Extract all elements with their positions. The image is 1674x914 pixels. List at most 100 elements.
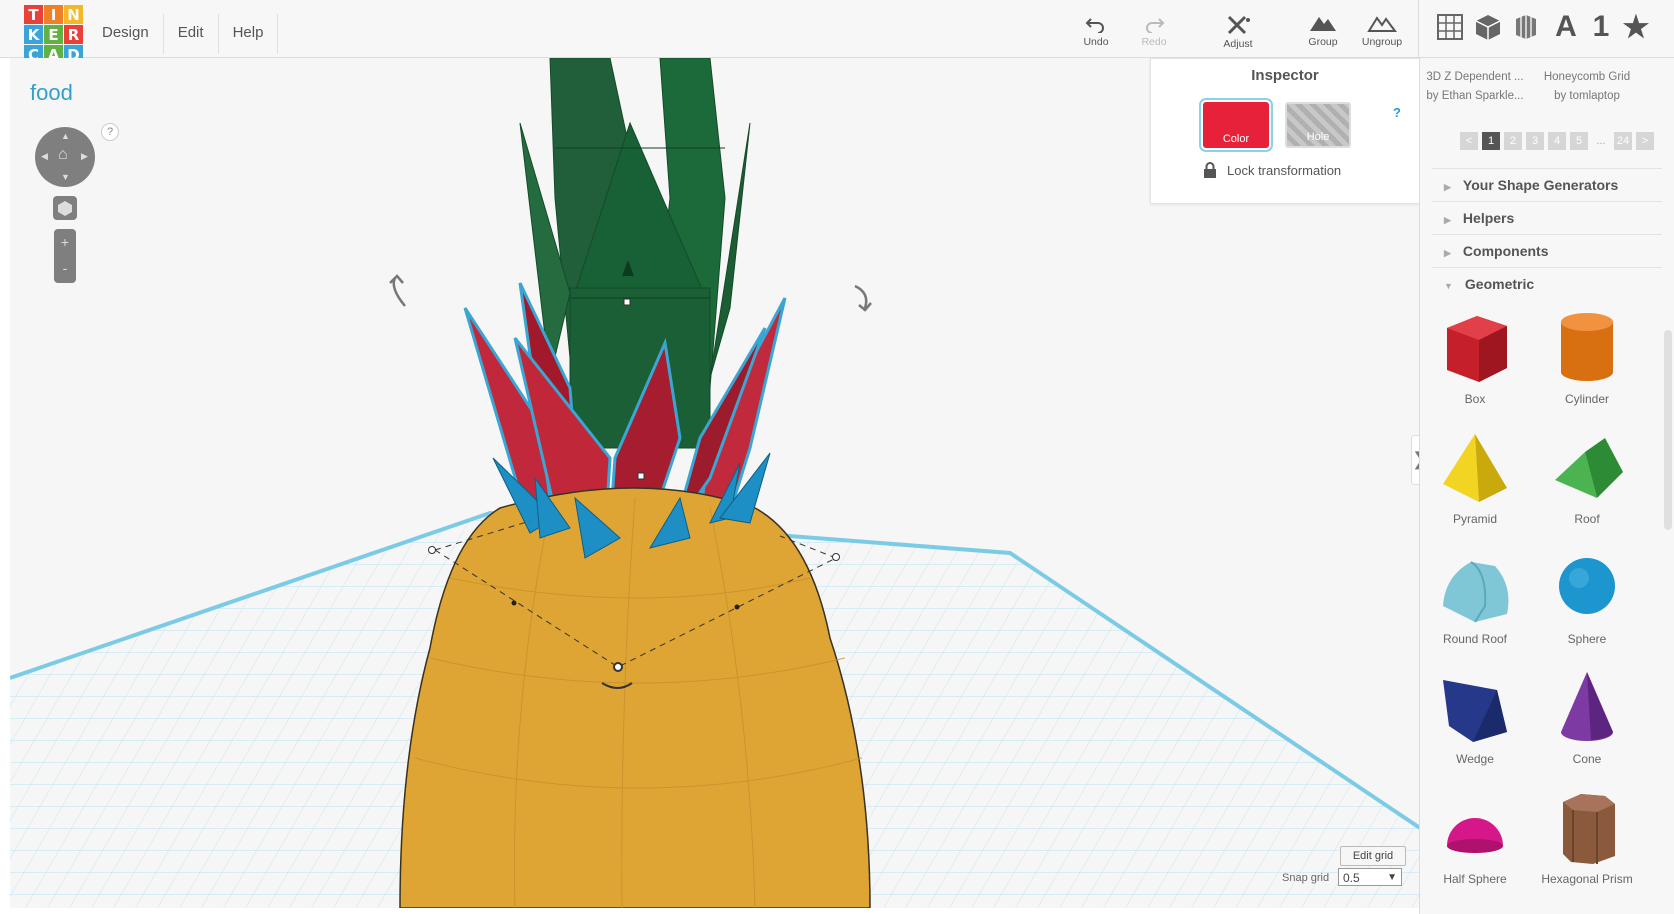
shape-half-sphere[interactable]: Half Sphere <box>1420 788 1530 886</box>
shape-hexagonal-prism[interactable]: Hexagonal Prism <box>1532 788 1642 886</box>
cylinder-icon <box>1561 313 1613 381</box>
shape-wedge[interactable]: Wedge <box>1420 668 1530 766</box>
shape-cylinder[interactable]: Cylinder <box>1532 308 1642 406</box>
undo-icon <box>1085 18 1104 33</box>
shape-round-roof[interactable]: Round Roof <box>1420 548 1530 646</box>
group-button[interactable]: Group <box>1295 13 1351 48</box>
caret-right-icon: ▶ <box>1444 215 1451 225</box>
shape-label: Pyramid <box>1452 512 1497 526</box>
shape-library-sidebar: 3D Z Dependent ... by Ethan Sparkle... H… <box>1419 58 1674 914</box>
selection-handle[interactable] <box>623 298 631 306</box>
caret-down-icon: ▼ <box>1444 281 1453 291</box>
zoom-in-button[interactable]: + <box>54 229 76 255</box>
featured-author: by tomlaptop <box>1554 90 1620 102</box>
box-icon <box>1447 316 1507 382</box>
zoom-out-button[interactable]: - <box>54 255 76 281</box>
corner-handle[interactable] <box>832 553 840 561</box>
tinkercad-logo[interactable]: T I N K E R C A D <box>24 5 84 65</box>
caret-right-icon: ▶ <box>1444 182 1451 192</box>
view-cube-button[interactable] <box>53 196 77 220</box>
hole-swatch[interactable]: Hole <box>1285 102 1351 148</box>
rotate-handle-left[interactable] <box>389 274 406 307</box>
ungroup-button[interactable]: Ungroup <box>1354 13 1410 48</box>
edit-grid-button[interactable]: Edit grid <box>1340 846 1406 866</box>
adjust-label: Adjust <box>1223 38 1253 50</box>
featured-author: by Ethan Sparkle... <box>1426 90 1524 102</box>
featured-generator-1[interactable]: 3D Z Dependent ... by Ethan Sparkle... <box>1420 68 1530 106</box>
shape-pyramid[interactable]: Pyramid <box>1420 428 1530 526</box>
cylinder-pattern-icon[interactable] <box>1509 10 1543 44</box>
pager-page[interactable]: 3 <box>1526 132 1544 150</box>
pager-ellipsis: ... <box>1596 135 1606 147</box>
text-shape-icon[interactable]: A <box>1549 10 1583 44</box>
section-label: Components <box>1462 243 1549 259</box>
pager-page[interactable]: 1 <box>1482 132 1500 150</box>
menu-edit[interactable]: Edit <box>164 14 219 54</box>
inspector-help-button[interactable]: ? <box>1393 105 1401 120</box>
logo-letter: K <box>24 25 43 44</box>
shape-box[interactable]: Box <box>1420 308 1530 406</box>
featured-generator-2[interactable]: Honeycomb Grid by tomlaptop <box>1532 68 1642 106</box>
menu-design[interactable]: Design <box>88 14 164 54</box>
pager-page[interactable]: 24 <box>1614 132 1632 150</box>
hexagonal-prism-icon <box>1563 794 1615 864</box>
center-handle[interactable] <box>637 472 645 480</box>
pager-prev[interactable]: < <box>1460 132 1478 150</box>
edge-handle[interactable] <box>734 604 740 610</box>
orbit-control[interactable]: ▲ ▼ ◀ ▶ ⌂ <box>35 127 95 187</box>
menu-help[interactable]: Help <box>219 14 279 54</box>
redo-button[interactable]: Redo <box>1126 13 1182 48</box>
pyramid-icon <box>1443 434 1507 502</box>
group-label: Group <box>1308 36 1338 48</box>
logo-letter: E <box>44 25 63 44</box>
shape-cone[interactable]: Cone <box>1532 668 1642 766</box>
section-geometric[interactable]: ▼ Geometric <box>1432 267 1662 300</box>
cube-icon[interactable] <box>1471 10 1505 44</box>
round-roof-icon <box>1443 561 1509 623</box>
arrow-down-icon[interactable]: ▼ <box>61 172 70 182</box>
inspector-panel: Inspector Color Hole ? Lock transformati… <box>1150 58 1420 204</box>
view-help-button[interactable]: ? <box>101 123 119 141</box>
number-shape-icon[interactable]: 1 <box>1584 10 1618 44</box>
shape-sphere[interactable]: Sphere <box>1532 548 1642 646</box>
pager-page[interactable]: 4 <box>1548 132 1566 150</box>
wedge-icon <box>1443 680 1507 742</box>
shape-label: Cone <box>1572 752 1602 766</box>
edge-handle[interactable] <box>511 600 517 606</box>
arrow-right-icon[interactable]: ▶ <box>81 151 88 162</box>
pager-next[interactable]: > <box>1636 132 1654 150</box>
star-icon[interactable]: ★ <box>1619 10 1653 44</box>
arrow-left-icon[interactable]: ◀ <box>41 151 48 162</box>
shape-label: Wedge <box>1456 752 1494 766</box>
view-navigator: ▲ ▼ ◀ ▶ ⌂ + - <box>35 127 95 283</box>
snap-grid-select[interactable]: 0.5 ▼ <box>1338 868 1402 886</box>
grid-icon[interactable] <box>1433 10 1467 44</box>
section-label: Helpers <box>1462 210 1515 226</box>
pager-page[interactable]: 2 <box>1504 132 1522 150</box>
corner-handle[interactable] <box>613 662 623 672</box>
featured-title: 3D Z Dependent ... <box>1426 71 1524 83</box>
adjust-icon <box>1227 15 1250 35</box>
section-your-shape-generators[interactable]: ▶ Your Shape Generators <box>1432 168 1662 201</box>
inspector-title: Inspector <box>1251 67 1319 84</box>
sidebar-scrollbar[interactable] <box>1664 330 1672 530</box>
ungroup-icon <box>1367 16 1397 32</box>
undo-button[interactable]: Undo <box>1068 13 1124 48</box>
home-icon[interactable]: ⌂ <box>58 146 68 164</box>
section-helpers[interactable]: ▶ Helpers <box>1432 201 1662 234</box>
redo-icon <box>1146 18 1165 33</box>
shape-label: Hexagonal Prism <box>1541 872 1633 886</box>
pager-page[interactable]: 5 <box>1570 132 1588 150</box>
document-name[interactable]: food <box>30 80 73 106</box>
shape-label: Round Roof <box>1442 632 1508 646</box>
lock-label: Lock transformation <box>1227 162 1342 178</box>
logo-letter: T <box>24 5 43 24</box>
color-swatch[interactable]: Color <box>1203 102 1269 148</box>
section-components[interactable]: ▶ Components <box>1432 234 1662 267</box>
lock-transformation-toggle[interactable]: Lock transformation <box>1203 162 1341 178</box>
adjust-button[interactable]: Adjust <box>1210 13 1266 50</box>
arrow-up-icon[interactable]: ▲ <box>61 131 70 141</box>
rotate-handle-right[interactable] <box>854 284 872 312</box>
shape-roof[interactable]: Roof <box>1532 428 1642 526</box>
corner-handle[interactable] <box>428 546 436 554</box>
